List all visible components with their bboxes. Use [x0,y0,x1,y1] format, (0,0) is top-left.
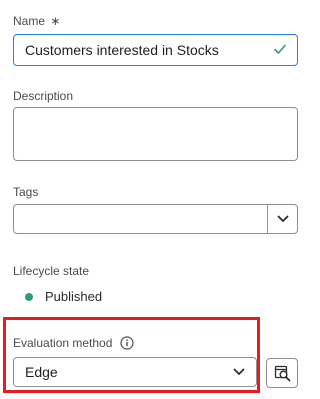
required-marker: ∗ [50,14,61,28]
lifecycle-status: Published [25,289,102,304]
description-label: Description [13,89,74,103]
info-icon[interactable] [120,336,135,350]
name-label-text: Name [13,14,46,28]
name-input[interactable]: Customers interested in Stocks [13,34,298,66]
data-preview-icon [274,365,291,382]
evaluation-label: Evaluation method [13,336,135,350]
name-label: Name ∗ [13,14,60,28]
tags-combobox[interactable] [13,204,298,234]
name-input-value: Customers interested in Stocks [25,42,219,58]
data-preview-button[interactable] [266,358,298,388]
lifecycle-status-text: Published [45,289,103,304]
tags-dropdown-button[interactable] [268,205,298,233]
chevron-down-icon [233,368,245,375]
description-textarea[interactable] [13,107,298,161]
tags-label: Tags [13,185,39,199]
chevron-down-icon [277,215,289,222]
status-dot [25,292,33,301]
lifecycle-label: Lifecycle state [13,264,90,278]
checkmark-icon [274,44,286,54]
evaluation-label-text: Evaluation method [13,336,113,350]
evaluation-method-select[interactable]: Edge [13,357,257,387]
evaluation-method-value: Edge [25,364,58,380]
